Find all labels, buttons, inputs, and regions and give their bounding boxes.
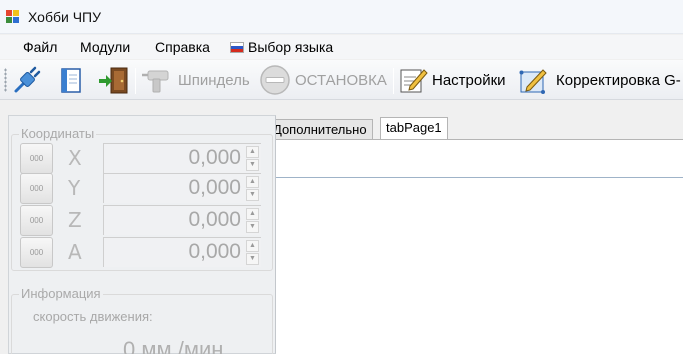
toolbar-separator <box>135 68 136 94</box>
gcode-edit-icon <box>519 69 547 94</box>
menu-bar: Файл Модули Справка Выбор языка <box>0 35 683 59</box>
axis-row-a: 000 A 0,000 ▲ ▼ <box>20 237 264 268</box>
speed-value: 0 мм./мин <box>123 337 224 354</box>
spin-down-icon[interactable]: ▼ <box>246 221 259 233</box>
axis-x-label: X <box>68 146 82 170</box>
spindle-label: Шпиндель <box>178 71 250 89</box>
gcode-correction-button[interactable]: Корректировка G- <box>518 64 681 96</box>
tab-additional[interactable]: Дополнительно <box>267 119 373 139</box>
exit-door-icon <box>99 67 128 94</box>
axis-y-label: Y <box>68 176 81 200</box>
spin-down-icon[interactable]: ▼ <box>246 189 259 201</box>
stop-icon <box>260 65 290 95</box>
open-file-icon <box>61 68 81 93</box>
settings-label: Настройки <box>432 71 506 89</box>
settings-button[interactable]: Настройки <box>398 64 506 96</box>
axis-y-field[interactable]: 0,000 ▲ ▼ <box>103 173 261 203</box>
axis-y-value: 0,000 <box>188 176 241 199</box>
toolbar-grip[interactable] <box>4 68 7 92</box>
speed-label: скорость движения: <box>33 309 153 324</box>
tab-tabpage1[interactable]: tabPage1 <box>380 117 448 139</box>
spin-up-icon[interactable]: ▲ <box>246 208 259 220</box>
axis-a-value: 0,000 <box>188 240 241 263</box>
tab-content-box <box>273 177 683 354</box>
menu-language-label: Выбор языка <box>248 39 334 55</box>
connect-button[interactable] <box>12 64 42 96</box>
axis-x-field[interactable]: 0,000 ▲ ▼ <box>103 143 261 173</box>
stop-label: ОСТАНОВКА <box>295 71 387 89</box>
russian-flag-icon <box>230 42 244 53</box>
axis-z-label: Z <box>68 208 82 232</box>
toolbar-separator <box>393 68 394 94</box>
info-title: Информация <box>19 286 103 301</box>
spindle-button[interactable]: Шпиндель <box>140 64 250 96</box>
coordinates-title: Координаты <box>19 126 97 141</box>
left-control-panel: Координаты 000 X 0,000 ▲ ▼ 000 Y 0,000 ▲… <box>8 115 276 354</box>
window-titlebar: Хобби ЧПУ <box>0 0 683 34</box>
settings-pencil-icon <box>400 69 428 93</box>
menu-language[interactable]: Выбор языка <box>230 39 333 55</box>
spin-down-icon[interactable]: ▼ <box>246 253 259 265</box>
zero-x-button[interactable]: 000 <box>20 143 53 174</box>
window-title: Хобби ЧПУ <box>28 9 102 25</box>
spin-up-icon[interactable]: ▲ <box>246 176 259 188</box>
menu-modules[interactable]: Модули <box>80 39 130 55</box>
exit-button[interactable] <box>97 64 131 96</box>
axis-x-value: 0,000 <box>188 146 241 169</box>
axis-z-field[interactable]: 0,000 ▲ ▼ <box>103 205 261 235</box>
spin-up-icon[interactable]: ▲ <box>246 240 259 252</box>
menu-file[interactable]: Файл <box>23 39 57 55</box>
stop-button[interactable]: ОСТАНОВКА <box>259 64 387 96</box>
toolbar: Шпиндель ОСТАНОВКА Настройки Корректиров… <box>0 60 683 100</box>
usb-plug-icon <box>14 66 41 93</box>
axis-a-label: A <box>68 240 82 264</box>
axis-a-field[interactable]: 0,000 ▲ ▼ <box>103 237 261 267</box>
spin-up-icon[interactable]: ▲ <box>246 146 259 158</box>
axis-row-x: 000 X 0,000 ▲ ▼ <box>20 143 264 174</box>
axis-row-z: 000 Z 0,000 ▲ ▼ <box>20 205 264 236</box>
axis-row-y: 000 Y 0,000 ▲ ▼ <box>20 173 264 204</box>
open-file-button[interactable] <box>56 64 86 96</box>
zero-a-button[interactable]: 000 <box>20 237 53 268</box>
menu-help[interactable]: Справка <box>155 39 210 55</box>
app-window-icon <box>6 10 20 24</box>
spin-down-icon[interactable]: ▼ <box>246 159 259 171</box>
gcode-correction-label: Корректировка G- <box>556 71 681 89</box>
zero-y-button[interactable]: 000 <box>20 173 53 204</box>
axis-z-value: 0,000 <box>188 208 241 231</box>
zero-z-button[interactable]: 000 <box>20 205 53 236</box>
drill-icon <box>142 70 169 93</box>
